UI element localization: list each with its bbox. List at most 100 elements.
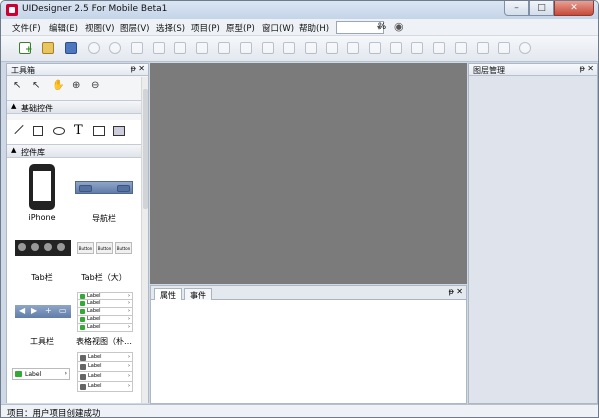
main-toolbar: [1, 36, 598, 62]
close-icon[interactable]: ✕: [587, 64, 594, 73]
layers-header: 图层管理 ᵽ ✕: [469, 64, 597, 76]
open-folder-icon[interactable]: [40, 40, 56, 56]
sample-button: Button: [115, 242, 132, 254]
align-middle-icon[interactable]: [431, 40, 447, 56]
toolbox-title: 工具箱: [11, 66, 35, 75]
line-tool-icon[interactable]: [14, 124, 24, 135]
menu-prototype[interactable]: 原型(P): [226, 22, 255, 34]
ellipse-tool-icon[interactable]: [53, 127, 65, 135]
undo-icon[interactable]: [86, 40, 102, 56]
sample-button: Button: [77, 242, 94, 254]
tabbar-thumbnail[interactable]: [15, 240, 71, 256]
new-file-icon[interactable]: [17, 40, 33, 56]
zoom-unit: %: [378, 22, 387, 32]
menu-project[interactable]: 项目(P): [191, 22, 220, 34]
menu-view[interactable]: 视图(V): [85, 22, 114, 34]
tab-events[interactable]: 事件: [184, 288, 212, 300]
status-text: 项目：用户项目创建成功: [7, 409, 101, 418]
scrollbar-thumb[interactable]: [143, 89, 148, 209]
zoom-out-icon[interactable]: ⊖: [91, 80, 99, 91]
section-library[interactable]: ▲ 控件库: [7, 144, 142, 158]
menu-help[interactable]: 帮助(H): [299, 22, 329, 34]
tabbar-large-thumbnail[interactable]: Button Button Button: [77, 242, 133, 254]
minimize-button[interactable]: –: [504, 1, 529, 16]
close-button[interactable]: ✕: [554, 1, 594, 16]
tabbar-large-label: Tab栏（大）: [81, 273, 127, 282]
navbar-label: 导航栏: [92, 214, 116, 223]
save-icon[interactable]: [63, 40, 79, 56]
chevron-up-icon: ▲: [11, 102, 17, 110]
menu-bar: 文件(F) 编辑(E) 视图(V) 图层(V) 选择(S) 项目(P) 原型(P…: [1, 19, 598, 36]
close-icon[interactable]: ✕: [138, 64, 145, 73]
image-icon[interactable]: [194, 40, 210, 56]
menu-edit[interactable]: 编辑(E): [49, 22, 78, 34]
eye-icon[interactable]: ◉: [394, 20, 404, 33]
label-cell-thumbnail[interactable]: Label ›: [12, 368, 70, 380]
bring-forward-icon[interactable]: [281, 40, 297, 56]
close-icon[interactable]: ✕: [456, 287, 463, 296]
pin-icon[interactable]: ᵽ: [580, 64, 585, 73]
toolbox-header: 工具箱 ᵽ ✕: [7, 64, 148, 76]
pin-icon[interactable]: ᵽ: [131, 64, 136, 73]
section-library-title: 控件库: [21, 148, 45, 157]
copy-icon[interactable]: [151, 40, 167, 56]
window-title: UIDesigner 2.5 For Mobile Beta1: [22, 4, 168, 14]
maximize-button[interactable]: □: [529, 1, 554, 16]
hand-icon[interactable]: ✋: [52, 80, 64, 91]
toolbox-scrollbar[interactable]: [141, 77, 148, 403]
layers-panel: 图层管理 ᵽ ✕: [468, 63, 598, 404]
rectangle-tool-icon[interactable]: [33, 126, 43, 136]
select-arrow-icon[interactable]: ↖: [13, 80, 21, 91]
align-bottom-icon[interactable]: [453, 40, 469, 56]
align-right-icon[interactable]: [367, 40, 383, 56]
section-basic[interactable]: ▲ 基础控件: [7, 100, 142, 114]
cut-icon[interactable]: [129, 40, 145, 56]
distribute-vertical-icon[interactable]: [496, 40, 512, 56]
align-center-icon[interactable]: [345, 40, 361, 56]
title-bar: UIDesigner 2.5 For Mobile Beta1 – □ ✕: [1, 1, 598, 19]
sample-button: Button: [96, 242, 113, 254]
tab-properties[interactable]: 属性: [154, 288, 182, 300]
align-left-icon[interactable]: [324, 40, 340, 56]
zoom-select[interactable]: ▾: [336, 21, 384, 34]
button-tool-icon[interactable]: [93, 126, 105, 136]
redo-icon[interactable]: [107, 40, 123, 56]
tableview-thumbnail[interactable]: Label › Label › Label › Label › Label ›: [77, 292, 133, 332]
distribute-horizontal-icon[interactable]: [475, 40, 491, 56]
menu-select[interactable]: 选择(S): [156, 22, 185, 34]
delete-icon[interactable]: [216, 40, 232, 56]
navbar-thumbnail[interactable]: [75, 181, 133, 194]
paste-icon[interactable]: [172, 40, 188, 56]
toolbar-thumbnail[interactable]: ◀ ▶ + ▭: [15, 305, 71, 318]
toolbar-label: 工具栏: [30, 337, 54, 346]
app-logo-icon: [6, 4, 18, 16]
design-canvas[interactable]: [150, 63, 467, 284]
tableview-label: 表格视图（朴…: [76, 337, 132, 346]
group-icon[interactable]: [238, 40, 254, 56]
tableview-grouped-thumbnail[interactable]: Label › Label › Label › Label ›: [77, 352, 133, 392]
menu-file[interactable]: 文件(F): [12, 22, 41, 34]
window-controls: – □ ✕: [504, 1, 594, 16]
iphone-thumbnail[interactable]: [29, 164, 55, 210]
basic-controls: T: [7, 120, 142, 144]
toolbox-panel: 工具箱 ᵽ ✕ ↖ ↖ ✋ ⊕ ⊖ ▲ 基础控件 T ▲ 控件库 iPhone …: [6, 63, 149, 403]
ungroup-icon[interactable]: [260, 40, 276, 56]
menu-layer[interactable]: 图层(V): [120, 22, 149, 34]
text-tool-icon[interactable]: T: [74, 123, 83, 138]
image-tool-icon[interactable]: [113, 126, 125, 136]
send-backward-icon[interactable]: [303, 40, 319, 56]
iphone-label: iPhone: [28, 213, 56, 222]
pin-icon[interactable]: ᵽ: [449, 287, 454, 296]
play-icon[interactable]: [517, 40, 533, 56]
pointer-tools: ↖ ↖ ✋ ⊕ ⊖: [7, 77, 142, 95]
properties-tabs: 属性 事件 ᵽ ✕: [151, 286, 466, 300]
zoom-in-icon[interactable]: ⊕: [72, 80, 80, 91]
chevron-up-icon: ▲: [11, 146, 17, 154]
app-window: UIDesigner 2.5 For Mobile Beta1 – □ ✕ 文件…: [0, 0, 599, 418]
section-basic-title: 基础控件: [21, 104, 53, 113]
menu-window[interactable]: 窗口(W): [262, 22, 294, 34]
status-bar: 项目：用户项目创建成功: [1, 404, 598, 418]
align-justify-icon[interactable]: [388, 40, 404, 56]
align-top-icon[interactable]: [409, 40, 425, 56]
direct-select-icon[interactable]: ↖: [32, 80, 40, 91]
